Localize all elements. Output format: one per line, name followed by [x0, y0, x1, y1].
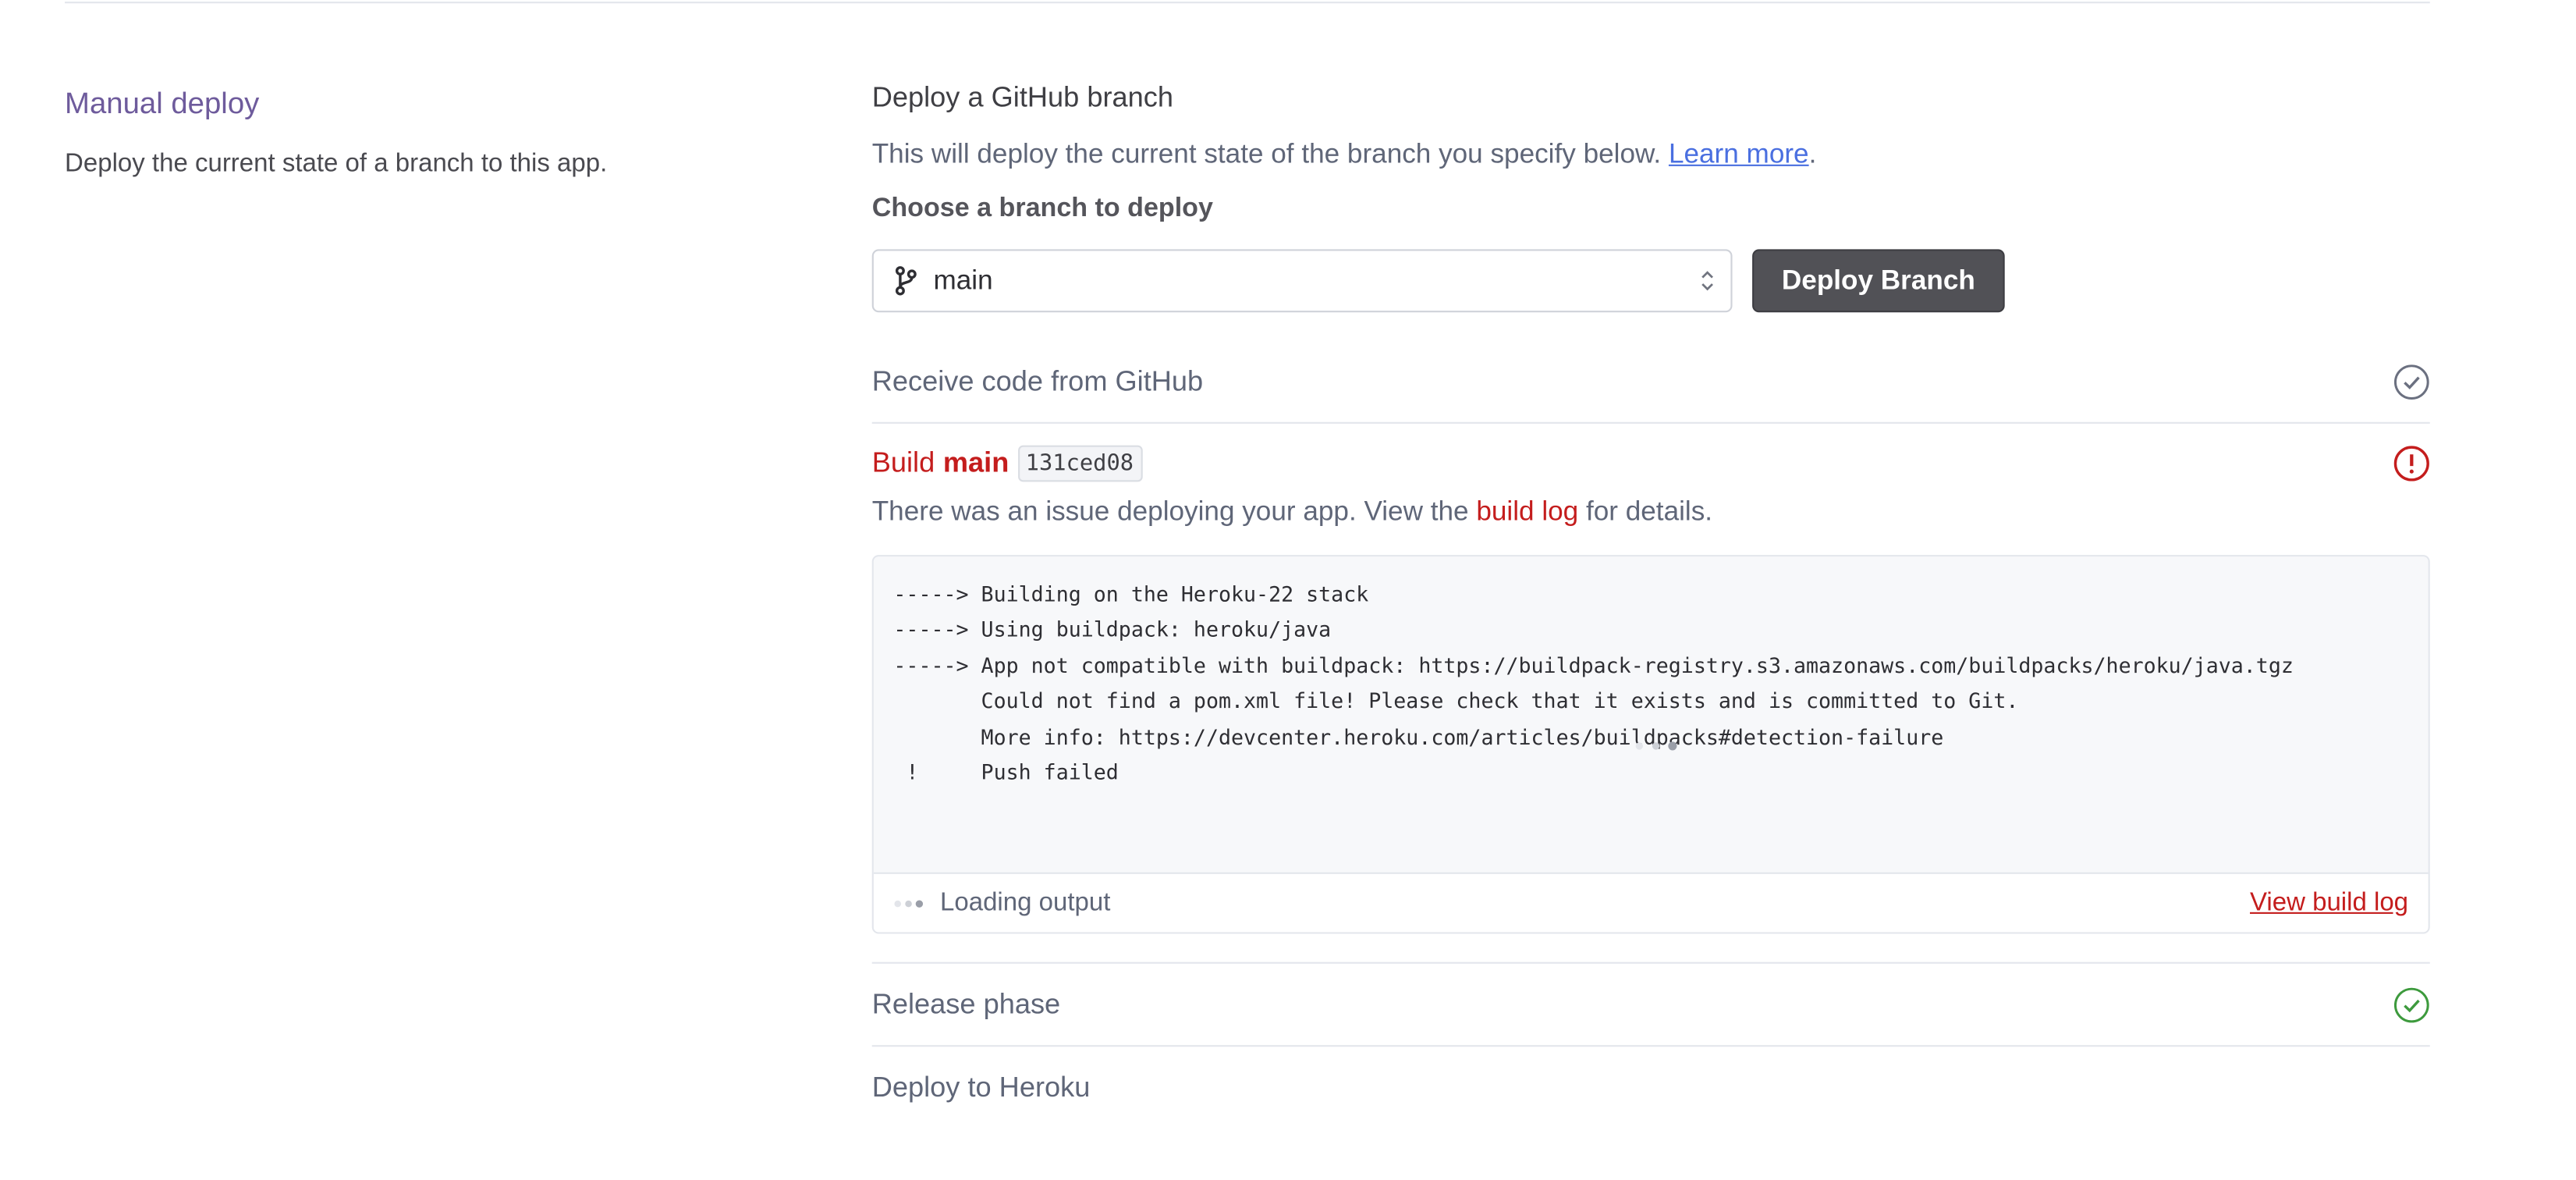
branch-row: main Deploy Branch: [871, 249, 2430, 313]
step-build: Build main 131ced08 There was an issue d…: [871, 424, 2430, 964]
check-circle-icon: [2393, 364, 2429, 399]
view-build-log-link[interactable]: View build log: [2250, 888, 2408, 918]
step-receive-label: Receive code from GitHub: [871, 364, 1204, 396]
build-msg-end: for details.: [1578, 496, 1713, 527]
build-msg-text: There was an issue deploying your app. V…: [871, 496, 1477, 527]
deploy-panel: Deploy a GitHub branch This will deploy …: [871, 76, 2430, 1128]
build-log-output: -----> Building on the Heroku-22 stack -…: [873, 556, 2429, 873]
check-circle-icon: [2393, 986, 2429, 1022]
choose-branch-label: Choose a branch to deploy: [871, 194, 1213, 223]
build-log-box: -----> Building on the Heroku-22 stack -…: [871, 555, 2430, 934]
section-description: Deploy the current state of a branch to …: [65, 149, 608, 178]
log-line: -----> App not compatible with buildpack…: [893, 652, 2294, 678]
branch-select-value: main: [933, 265, 993, 295]
loading-output-text: Loading output: [940, 887, 1111, 917]
build-branch: main: [942, 446, 1009, 479]
step-deploy-label: Deploy to Heroku: [871, 1071, 1091, 1103]
github-deploy-intro: This will deploy the current state of th…: [872, 133, 2430, 176]
build-error-message: There was an issue deploying your app. V…: [872, 492, 2430, 531]
log-line: -----> Building on the Heroku-22 stack: [893, 581, 1369, 607]
log-line: ! Push failed: [893, 759, 1119, 784]
manual-deploy-page: Manual deploy Deploy the current state o…: [0, 0, 2576, 1178]
build-commit-hash: 131ced08: [1017, 445, 1142, 482]
build-word: Build: [871, 446, 935, 479]
deploy-branch-button[interactable]: Deploy Branch: [1752, 249, 2005, 313]
intro-end: .: [1808, 139, 1817, 170]
chevron-up-down-icon: [1701, 271, 1713, 291]
branch-select[interactable]: main: [871, 249, 1733, 313]
github-deploy-heading: Deploy a GitHub branch: [871, 81, 1174, 113]
loading-dots-icon: [894, 899, 924, 907]
step-deploy-to-heroku: Deploy to Heroku: [872, 1047, 2430, 1128]
intro-text: This will deploy the current state of th…: [871, 139, 1669, 170]
build-log-link[interactable]: build log: [1476, 497, 1578, 527]
loading-dots-icon: [1635, 741, 1677, 751]
error-circle-icon: [2393, 446, 2429, 482]
log-line: Could not find a pom.xml file! Please ch…: [893, 688, 2019, 713]
log-line: -----> Using buildpack: heroku/java: [893, 617, 1332, 642]
step-release-label: Release phase: [871, 987, 1061, 1020]
learn-more-link[interactable]: Learn more: [1669, 140, 1809, 169]
section-divider: [65, 2, 2430, 4]
section-sidebar: Manual deploy Deploy the current state o…: [65, 83, 613, 183]
git-branch-icon: [895, 266, 917, 296]
build-log-footer: Loading output View build log: [873, 872, 2429, 933]
step-release-phase: Release phase: [871, 964, 2430, 1047]
step-receive-code: Receive code from GitHub: [871, 340, 2430, 424]
section-title: Manual deploy: [65, 86, 260, 120]
build-title: Build main 131ced08: [872, 443, 2430, 483]
